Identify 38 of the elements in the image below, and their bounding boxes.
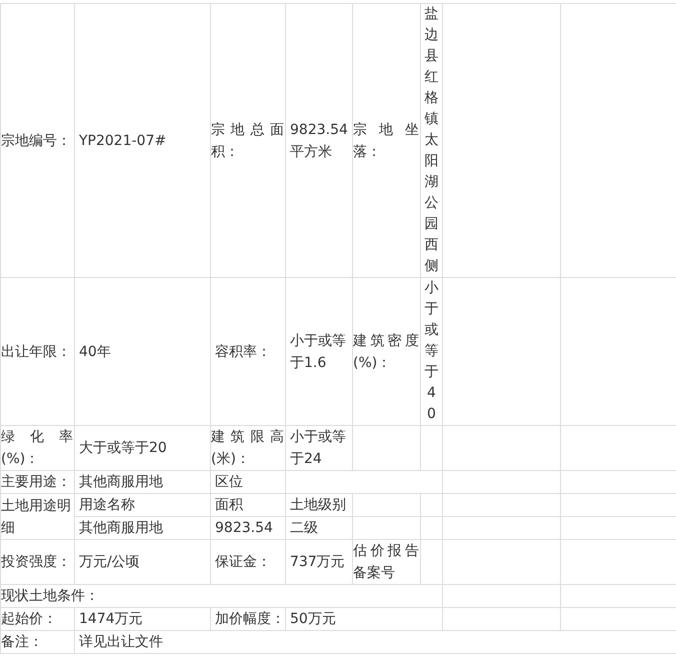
table-cell: 万元/公顷 <box>79 554 140 570</box>
table-cell: 起始价： <box>1 611 57 627</box>
table-cell: 9823.54 <box>215 520 273 536</box>
table-cell: 土地级别 <box>290 497 346 513</box>
table-cell: 投资强度： <box>1 554 71 570</box>
table-cell: 用途名称 <box>79 497 135 513</box>
table-cell-text: 宗地坐落： <box>353 120 420 162</box>
table-cell: 出让年限： <box>1 344 71 360</box>
table-cell-text: 绿化率(%)： <box>1 428 74 469</box>
table-cell: 大于或等于20 <box>79 440 167 456</box>
table-cell: 主要用途： <box>1 474 71 490</box>
table-cell: 其他商服用地 <box>79 520 163 536</box>
table-cell: 现状土地条件： <box>1 588 99 604</box>
table-cell: 小于或等于1.6 <box>290 332 346 370</box>
table-cell-text: 建筑限高(米)： <box>211 428 285 469</box>
table-cell-text: 盐边县红格镇太阳湖公园西侧 <box>424 5 438 276</box>
table-cell-text: 建筑密度(%)： <box>353 332 420 372</box>
table-cell: 小于或等于24 <box>290 429 346 467</box>
table-cell: 宗地编号： <box>1 132 71 148</box>
table-cell: 9823.54平方米 <box>290 122 348 160</box>
table-cell-text: 估价报告备案号 <box>353 542 420 583</box>
table-cell: 50万元 <box>290 611 336 627</box>
table-cell: 加价幅度： <box>215 611 285 627</box>
table-cell: YP2021-07# <box>79 132 166 148</box>
table-cell: 1474万元 <box>79 611 143 627</box>
table-cell: 备注： <box>1 634 43 650</box>
table-cell: 保证金： <box>215 554 271 570</box>
table-cell: 详见出让文件 <box>79 634 163 650</box>
table-cell: 区位 <box>215 474 243 490</box>
table-cell-text: 宗地总面积： <box>211 120 285 162</box>
table-cell: 其他商服用地 <box>79 474 163 490</box>
table-cell: 737万元 <box>290 554 345 570</box>
table-cell: 容积率： <box>215 344 271 360</box>
table-cell: 面积 <box>215 497 243 513</box>
table-cell-text: 小于或等于40 <box>424 279 438 424</box>
table-cell: 土地用途明细 <box>1 498 71 536</box>
table-cell: 二级 <box>290 520 318 536</box>
table-cell: 40年 <box>79 344 111 360</box>
